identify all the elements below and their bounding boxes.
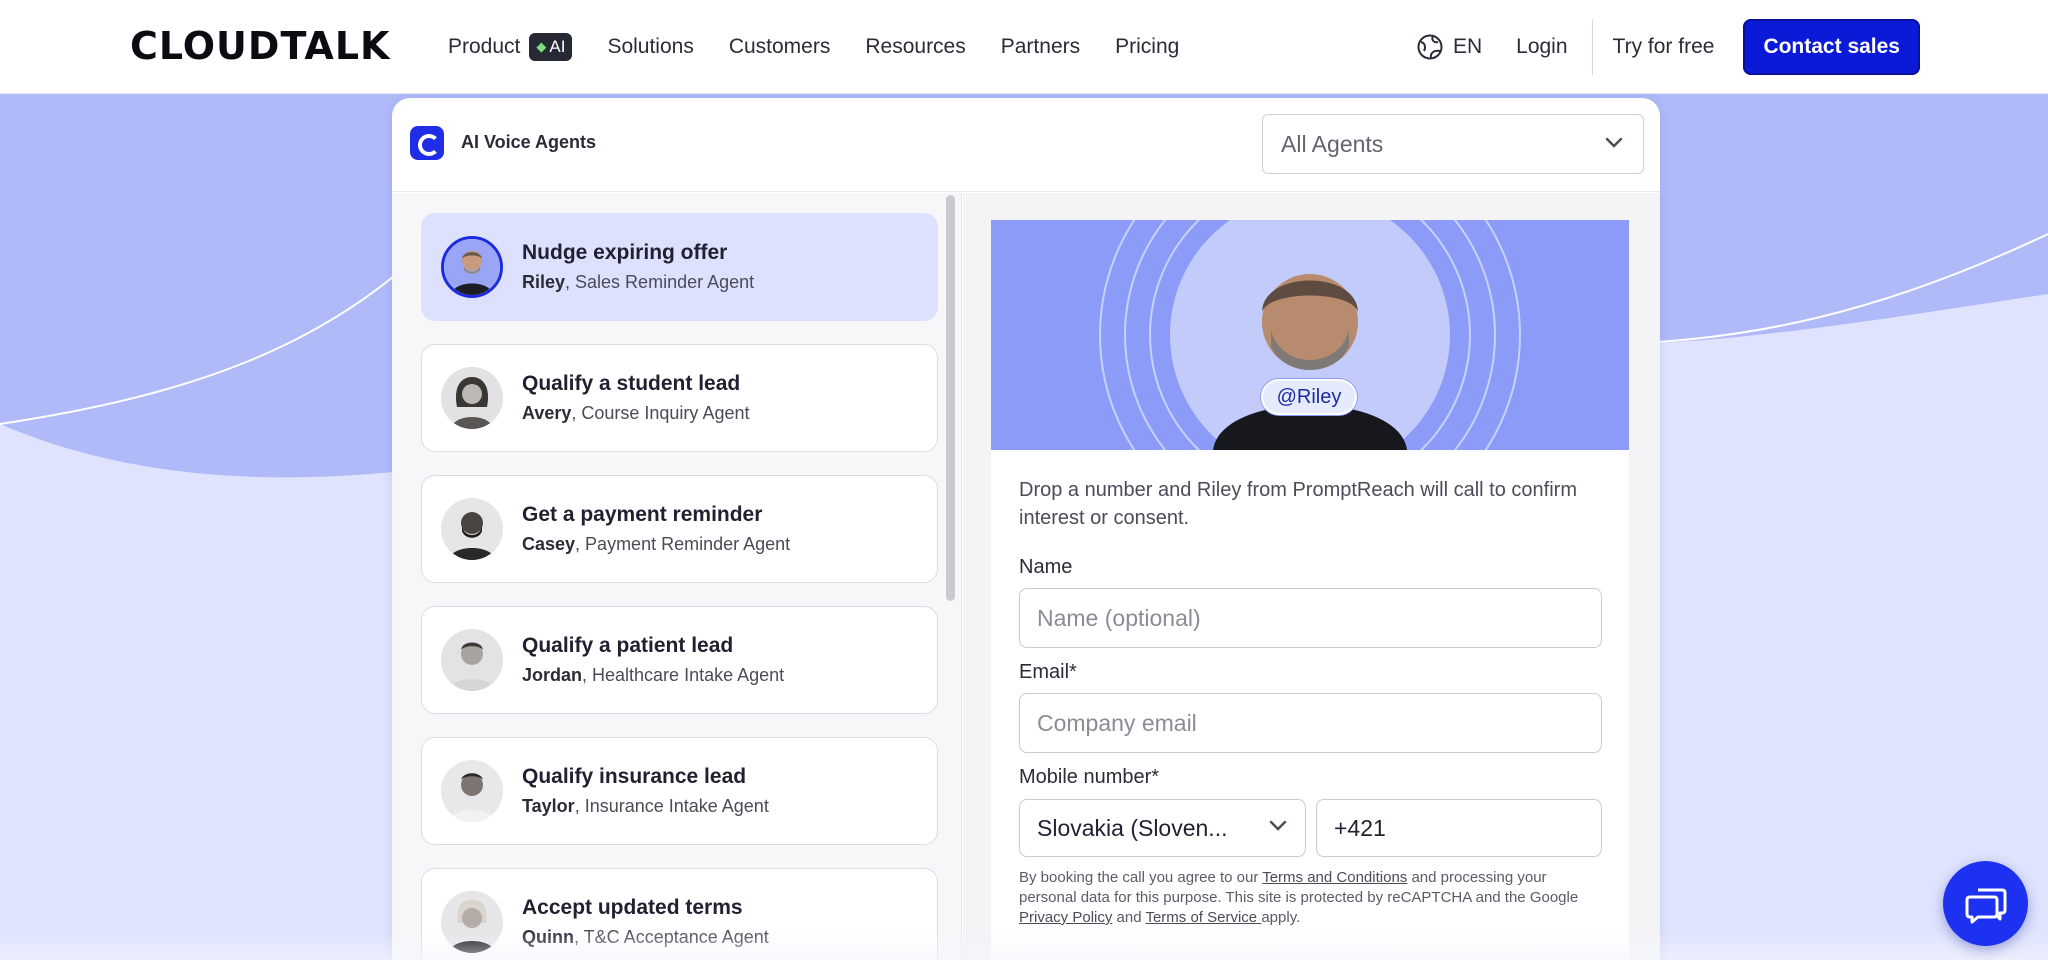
- agent-card-quinn[interactable]: Accept updated terms Quinn, T&C Acceptan…: [421, 868, 938, 960]
- agent-title: Qualify insurance lead: [522, 765, 747, 788]
- agent-card-riley[interactable]: Nudge expiring offer Riley, Sales Remind…: [421, 213, 938, 321]
- chat-icon: [1965, 888, 2006, 923]
- nav-links: Product ◆ AI Solutions Customers Resource…: [448, 0, 1214, 94]
- mobile-label: Mobile number*: [1019, 766, 1160, 788]
- agent-list-scrollbar[interactable]: [944, 193, 956, 960]
- agent-title: Qualify a student lead: [522, 372, 741, 395]
- agent-name: Casey: [522, 534, 576, 554]
- country-select[interactable]: Slovakia (Sloven...: [1019, 799, 1306, 857]
- agent-subtitle: Taylor, Insurance Intake Agent: [522, 796, 769, 817]
- nav-divider: [1591, 19, 1593, 75]
- legal-notice: By booking the call you agree to our Ter…: [1019, 868, 1604, 928]
- legal-text-4: apply.: [1261, 909, 1301, 926]
- nav-right: EN Login Try for free Contact sales: [1416, 0, 1920, 94]
- agent-role: , Payment Reminder Agent: [575, 534, 791, 554]
- language-switcher[interactable]: EN: [1416, 33, 1482, 61]
- avatar-avery: [441, 367, 503, 429]
- agent-card-casey[interactable]: Get a payment reminder Casey, Payment Re…: [421, 475, 938, 583]
- agent-role: , Insurance Intake Agent: [574, 796, 769, 816]
- cloudtalk-logo[interactable]: CLOUDTALK: [130, 24, 391, 68]
- avatar-quinn: [441, 891, 503, 953]
- avatar-casey: [441, 498, 503, 560]
- agent-role: , T&C Acceptance Agent: [574, 927, 769, 947]
- nav-product-label: Product: [448, 35, 521, 58]
- panel-body: Nudge expiring offer Riley, Sales Remind…: [392, 193, 1660, 960]
- email-input[interactable]: [1019, 693, 1602, 753]
- agent-subtitle: Riley, Sales Reminder Agent: [522, 272, 754, 293]
- avatar-jordan: [441, 629, 503, 691]
- cloudtalk-logo-icon: [410, 126, 444, 160]
- nav-partners[interactable]: Partners: [1001, 35, 1080, 59]
- agent-name: Avery: [522, 403, 572, 423]
- top-navbar: CLOUDTALK Product ◆ AI Solutions Customer…: [0, 0, 2048, 94]
- legal-text-1: By booking the call you agree to our: [1019, 869, 1263, 886]
- agent-title: Get a payment reminder: [522, 503, 763, 526]
- legal-text-3: and: [1112, 909, 1146, 926]
- agent-hero: @Riley: [991, 220, 1629, 450]
- nav-product[interactable]: Product ◆ AI: [448, 33, 573, 61]
- agent-role: , Healthcare Intake Agent: [582, 665, 785, 685]
- terms-of-service-link[interactable]: Terms of Service: [1145, 909, 1261, 926]
- phone-input[interactable]: [1316, 799, 1602, 857]
- globe-icon: [1417, 34, 1443, 60]
- terms-link[interactable]: Terms and Conditions: [1262, 869, 1407, 886]
- agent-name: Riley: [522, 272, 566, 292]
- agent-subtitle: Quinn, T&C Acceptance Agent: [522, 927, 769, 948]
- agent-subtitle: Jordan, Healthcare Intake Agent: [522, 665, 784, 686]
- avatar-taylor: [441, 760, 503, 822]
- nav-customers[interactable]: Customers: [729, 35, 831, 59]
- agent-role: , Sales Reminder Agent: [565, 272, 755, 292]
- agent-card-avery[interactable]: Qualify a student lead Avery, Course Inq…: [421, 344, 938, 452]
- chevron-down-icon: [1269, 820, 1287, 831]
- contact-sales-button[interactable]: Contact sales: [1743, 19, 1920, 75]
- agent-filter-value: All Agents: [1281, 130, 1384, 157]
- name-label: Name: [1019, 556, 1073, 578]
- agent-filter-select[interactable]: All Agents: [1262, 114, 1644, 174]
- agent-name: Taylor: [522, 796, 575, 816]
- agent-card-jordan[interactable]: Qualify a patient lead Jordan, Healthcar…: [421, 606, 938, 714]
- agent-handle-badge: @Riley: [1261, 379, 1357, 415]
- agent-detail-pane: @Riley Drop a number and Riley from Prom…: [963, 193, 1660, 960]
- name-input[interactable]: [1019, 588, 1602, 648]
- agent-subtitle: Casey, Payment Reminder Agent: [522, 534, 790, 555]
- country-value: Slovakia (Sloven...: [1037, 814, 1228, 841]
- agent-subtitle: Avery, Course Inquiry Agent: [522, 403, 749, 424]
- nav-pricing[interactable]: Pricing: [1115, 35, 1179, 59]
- callback-form: Drop a number and Riley from PromptReach…: [991, 450, 1629, 960]
- agent-list: Nudge expiring offer Riley, Sales Remind…: [421, 213, 938, 960]
- agent-title: Qualify a patient lead: [522, 634, 734, 657]
- language-label: EN: [1452, 35, 1483, 58]
- agent-card-taylor[interactable]: Qualify insurance lead Taylor, Insurance…: [421, 737, 938, 845]
- nav-resources[interactable]: Resources: [865, 35, 965, 59]
- ai-badge: ◆ AI: [529, 33, 573, 61]
- agent-name: Jordan: [522, 665, 583, 685]
- agent-title: Nudge expiring offer: [522, 241, 728, 264]
- sparkle-icon: ◆: [536, 39, 547, 54]
- scrollbar-thumb[interactable]: [946, 195, 955, 601]
- agent-name: Quinn: [522, 927, 574, 947]
- chat-widget-button[interactable]: [1943, 861, 2028, 946]
- ai-voice-agents-panel: AI Voice Agents All Agents Nudge expirin…: [392, 98, 1660, 960]
- ai-badge-label: AI: [549, 37, 566, 56]
- avatar-riley: [441, 236, 503, 298]
- form-intro-text: Drop a number and Riley from PromptReach…: [1019, 479, 1577, 529]
- chevron-down-icon: [1605, 137, 1623, 148]
- login-link[interactable]: Login: [1516, 35, 1567, 59]
- agent-title: Accept updated terms: [522, 896, 743, 919]
- panel-title: AI Voice Agents: [461, 132, 597, 152]
- agent-role: , Course Inquiry Agent: [571, 403, 750, 423]
- nav-solutions[interactable]: Solutions: [607, 35, 693, 59]
- email-label: Email*: [1019, 661, 1077, 683]
- panel-header: AI Voice Agents All Agents: [392, 98, 1660, 192]
- agent-list-pane: Nudge expiring offer Riley, Sales Remind…: [392, 193, 962, 960]
- try-for-free-link[interactable]: Try for free: [1613, 35, 1715, 59]
- privacy-policy-link[interactable]: Privacy Policy: [1019, 909, 1112, 926]
